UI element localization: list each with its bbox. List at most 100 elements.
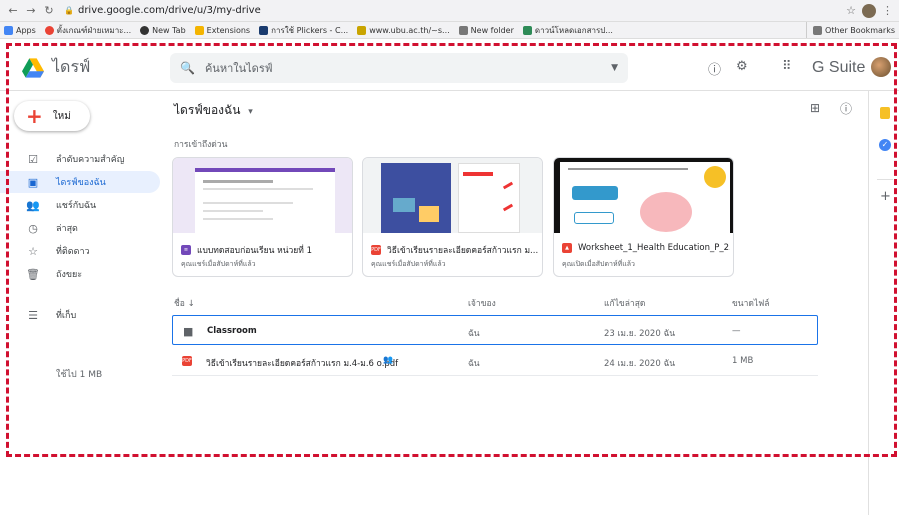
table-row[interactable]: ■ Classroom ฉัน 23 เม.ย. 2020 ฉัน —: [172, 315, 818, 345]
folder-icon: [458, 25, 468, 35]
sidebar-item-storage[interactable]: ☰ ที่เก็บ: [0, 304, 160, 326]
file-owner: ฉัน: [468, 329, 480, 339]
keep-icon[interactable]: [880, 107, 890, 119]
search-bar[interactable]: 🔍 ค้นหาในไดรฟ์ ▼: [170, 53, 628, 83]
bookmark-item[interactable]: การใช้ Plickers - C...: [259, 24, 348, 37]
grid-view-icon[interactable]: ⊞: [810, 101, 820, 115]
quick-access-heading: การเข้าถึงด่วน: [174, 140, 228, 150]
column-size[interactable]: ขนาดไฟล์: [732, 296, 769, 310]
gsuite-logo: G Suite: [812, 59, 866, 76]
card-title: ≡ แบบทดสอบก่อนเรียน หน่วยที่ 1: [181, 243, 349, 257]
sidebar-item-shared[interactable]: 👥 แชร์กับฉัน: [0, 194, 160, 216]
menu-icon[interactable]: ⋮: [882, 4, 893, 17]
sidebar: + ใหม่ ☑ ลำดับความสำคัญ ▣ ไดรฟ์ของฉัน 👥 แชร…: [0, 91, 170, 515]
sidebar-item-trash[interactable]: 🗑 ถังขยะ: [0, 263, 160, 285]
bookmark-item[interactable]: New folder: [458, 25, 514, 35]
shared-people-icon: 👥: [383, 355, 393, 364]
tasks-icon[interactable]: ✓: [879, 139, 891, 151]
settings-icon[interactable]: ⚙: [736, 59, 748, 74]
file-owner: ฉัน: [468, 359, 480, 369]
file-name: วิธีเข้าเรียนรายละเอียดคอร์สก้าวแรก ม.4-…: [206, 359, 399, 369]
bookmark-item[interactable]: ตั้งเกณฑ์ฝ่ายเหมาะ...: [44, 24, 131, 37]
puzzle-icon: [194, 25, 204, 35]
star-icon: ☆: [28, 244, 38, 258]
card-subtitle: คุณเปิดเมื่อสัปดาห์ที่แล้ว: [562, 260, 635, 268]
help-icon[interactable]: ⓘ: [708, 59, 721, 78]
bookmark-apps[interactable]: Apps: [4, 25, 36, 35]
column-modified[interactable]: แก้ไขล่าสุด: [604, 296, 645, 310]
card-title: PDF วิธีเข้าเรียนรายละเอียดคอร์สก้าวแรก ม…: [371, 245, 539, 256]
new-label: ใหม่: [52, 110, 71, 122]
file-modified: 23 เม.ย. 2020 ฉัน: [604, 329, 676, 339]
folder-icon: ■: [183, 325, 194, 338]
profile-avatar[interactable]: [862, 3, 876, 18]
drive-page: ไดรฟ์ 🔍 ค้นหาในไดรฟ์ ▼ ⓘ ⚙ ⠿ G Suite + ใ…: [0, 39, 899, 515]
file-modified: 24 เม.ย. 2020 ฉัน: [604, 359, 676, 369]
lock-icon: 🔒: [64, 6, 74, 15]
back-icon[interactable]: ←: [6, 4, 20, 18]
sidebar-item-starred[interactable]: ☆ ที่ติดดาว: [0, 240, 160, 262]
apps-grid-icon[interactable]: ⠿: [782, 59, 792, 74]
site-icon: [522, 25, 532, 35]
info-icon[interactable]: ⓘ: [840, 100, 852, 117]
card-title: ▲ Worksheet_1_Health Education_P_2...: [562, 243, 730, 253]
file-name: Classroom: [207, 326, 257, 336]
quick-access-card[interactable]: PDF วิธีเข้าเรียนรายละเอียดคอร์สก้าวแรก ม…: [362, 157, 543, 277]
user-avatar[interactable]: [871, 57, 891, 77]
pdf-icon: PDF: [371, 245, 381, 255]
search-options-icon[interactable]: ▼: [611, 63, 618, 73]
trash-icon: 🗑: [26, 267, 40, 281]
plus-icon: +: [26, 104, 43, 128]
table-row[interactable]: PDF วิธีเข้าเรียนรายละเอียดคอร์สก้าวแรก …: [172, 347, 818, 376]
address-bar[interactable]: 🔒 drive.google.com/drive/u/3/my-drive: [60, 3, 846, 19]
form-icon: ≡: [181, 245, 191, 255]
main-content: ไดรฟ์ของฉัน ▾ ⊞ ⓘ การเข้าถึงด่วน ≡ แบบทดส…: [170, 91, 868, 515]
clock-icon: ◷: [28, 221, 38, 235]
bookmark-item[interactable]: Extensions: [194, 25, 250, 35]
dropdown-caret-icon: ▾: [248, 107, 253, 117]
add-addon-icon[interactable]: +: [880, 189, 891, 204]
quick-access-card[interactable]: ▲ Worksheet_1_Health Education_P_2... คุณ…: [553, 157, 734, 277]
bookmark-item[interactable]: www.ubu.ac.th/~s...: [357, 25, 450, 35]
sidebar-item-priority[interactable]: ☑ ลำดับความสำคัญ: [0, 148, 160, 170]
bookmark-star-icon[interactable]: ☆: [846, 4, 856, 17]
sidebar-item-recent[interactable]: ◷ ล่าสุด: [0, 217, 160, 239]
bookmark-item[interactable]: New Tab: [140, 25, 186, 35]
storage-used: ใช้ไป 1 MB: [56, 370, 103, 380]
drive-logo[interactable]: ไดรฟ์: [22, 55, 90, 80]
card-thumbnail: [173, 158, 352, 233]
site-icon: [259, 25, 269, 35]
column-name[interactable]: ชื่อ ↓: [174, 296, 195, 310]
column-owner[interactable]: เจ้าของ: [468, 296, 496, 310]
card-thumbnail: [554, 158, 733, 233]
bookmark-item[interactable]: ดาวน์โหลดเอกสารป...: [522, 24, 613, 37]
site-icon: [357, 25, 367, 35]
apps-grid-icon: [4, 25, 13, 35]
other-bookmarks[interactable]: Other Bookmarks: [806, 22, 895, 38]
site-icon: [44, 25, 54, 35]
sidebar-item-my-drive[interactable]: ▣ ไดรฟ์ของฉัน: [0, 171, 160, 193]
drive-logo-icon: [22, 57, 44, 78]
priority-icon: ☑: [28, 152, 38, 166]
file-size: —: [732, 326, 741, 336]
card-subtitle: คุณแชร์เมื่อสัปดาห์ที่แล้ว: [371, 260, 446, 268]
new-button[interactable]: + ใหม่: [14, 101, 90, 131]
side-panel: ✓ +: [868, 91, 899, 515]
image-icon: ▲: [562, 243, 572, 253]
reload-icon[interactable]: ↻: [42, 4, 56, 18]
drive-header: ไดรฟ์ 🔍 ค้นหาในไดรฟ์ ▼ ⓘ ⚙ ⠿ G Suite: [0, 39, 899, 91]
pdf-icon: PDF: [182, 356, 192, 366]
app-name: ไดรฟ์: [52, 57, 91, 76]
shared-icon: 👥: [26, 198, 40, 212]
file-size: 1 MB: [732, 356, 754, 366]
forward-icon[interactable]: →: [24, 4, 38, 18]
url-text: drive.google.com/drive/u/3/my-drive: [77, 5, 261, 16]
folder-icon: [813, 26, 823, 35]
quick-access-card[interactable]: ≡ แบบทดสอบก่อนเรียน หน่วยที่ 1 คุณแชร์เมื…: [172, 157, 353, 277]
browser-toolbar: ← → ↻ 🔒 drive.google.com/drive/u/3/my-dr…: [0, 0, 899, 22]
search-input[interactable]: ค้นหาในไดรฟ์: [205, 59, 611, 77]
page-title[interactable]: ไดรฟ์ของฉัน ▾: [174, 101, 253, 120]
card-thumbnail: [363, 158, 542, 233]
search-icon: 🔍: [180, 61, 195, 75]
storage-icon: ☰: [28, 308, 38, 322]
